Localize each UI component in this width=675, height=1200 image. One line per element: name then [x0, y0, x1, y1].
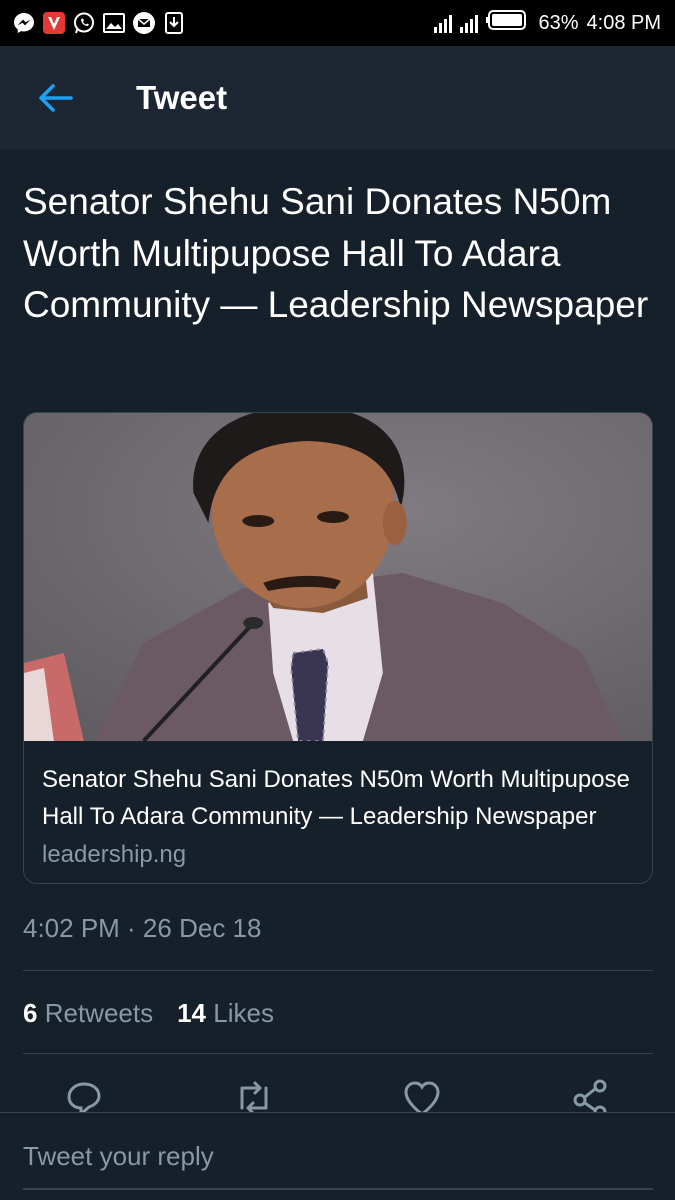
- reply-button[interactable]: [64, 1078, 104, 1112]
- like-button[interactable]: [402, 1078, 442, 1112]
- reply-icon: [67, 1082, 101, 1112]
- divider: [23, 1053, 653, 1054]
- email-icon: [132, 11, 156, 35]
- status-bar: 63% 4:08 PM: [0, 0, 675, 46]
- retweets-count: 6: [23, 998, 38, 1028]
- reply-input-underline: [23, 1188, 653, 1190]
- share-button[interactable]: [570, 1078, 610, 1112]
- top-app-bar: Tweet: [0, 46, 675, 150]
- system-status: 63% 4:08 PM: [434, 9, 661, 37]
- gallery-icon: [102, 11, 126, 35]
- divider: [23, 970, 653, 971]
- tweet-timestamp: 4:02 PM · 26 Dec 18: [23, 913, 262, 943]
- likes-label: Likes: [213, 998, 274, 1028]
- retweet-button[interactable]: [232, 1078, 272, 1112]
- likes-count: 14: [177, 998, 207, 1028]
- clock: 4:08 PM: [586, 11, 661, 34]
- heart-icon: [404, 1081, 440, 1112]
- vidmate-icon: [42, 11, 66, 35]
- signal-4g-icon: [460, 13, 479, 33]
- battery-percent: 63%: [538, 11, 579, 34]
- retweet-icon: [240, 1081, 268, 1112]
- share-icon: [573, 1079, 607, 1112]
- retweets-label: Retweets: [44, 998, 154, 1028]
- back-arrow-icon: [39, 84, 73, 112]
- download-icon: [162, 11, 186, 35]
- reply-bar: [0, 1112, 675, 1200]
- reply-input[interactable]: [23, 1141, 653, 1172]
- card-thumbnail-image: [24, 413, 652, 741]
- tweet-action-bar: [0, 1070, 675, 1112]
- tweet-text: Senator Shehu Sani Donates N50m Worth Mu…: [23, 181, 649, 325]
- notification-icons: [12, 11, 186, 35]
- messenger-icon: [12, 11, 36, 35]
- signal-icon: [434, 13, 453, 33]
- page-title: Tweet: [136, 79, 228, 116]
- card-title: Senator Shehu Sani Donates N50m Worth Mu…: [42, 766, 630, 830]
- link-preview-card[interactable]: Senator Shehu Sani Donates N50m Worth Mu…: [23, 412, 653, 884]
- card-domain: leadership.ng: [42, 841, 187, 868]
- back-button[interactable]: [0, 46, 110, 150]
- card-body: Senator Shehu Sani Donates N50m Worth Mu…: [24, 741, 652, 873]
- retweets-stat[interactable]: 6 Retweets: [23, 998, 153, 1029]
- whatsapp-icon: [72, 11, 96, 35]
- tweet-stats: 6 Retweets 14 Likes: [23, 998, 274, 1029]
- likes-stat[interactable]: 14 Likes: [177, 998, 274, 1029]
- battery-icon: [486, 9, 530, 37]
